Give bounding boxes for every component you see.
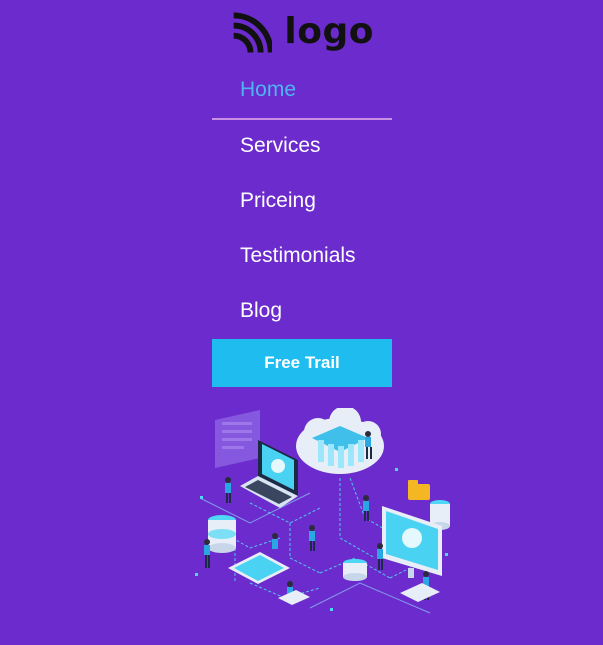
free-trial-button[interactable]: Free Trail — [212, 339, 392, 387]
nav-item-services[interactable]: Services — [212, 120, 392, 175]
isometric-cloud-network-illustration — [195, 408, 450, 614]
nav-item-testimonials[interactable]: Testimonials — [212, 230, 392, 285]
logo-text: logo — [284, 11, 374, 52]
nav-item-pricing[interactable]: Priceing — [212, 175, 392, 230]
logo-link[interactable]: logo — [232, 9, 374, 59]
main-nav: Home Services Priceing Testimonials Blog — [212, 64, 392, 340]
rss-wave-icon — [233, 12, 273, 53]
nav-item-blog[interactable]: Blog — [212, 285, 392, 340]
nav-item-home[interactable]: Home — [212, 64, 392, 120]
